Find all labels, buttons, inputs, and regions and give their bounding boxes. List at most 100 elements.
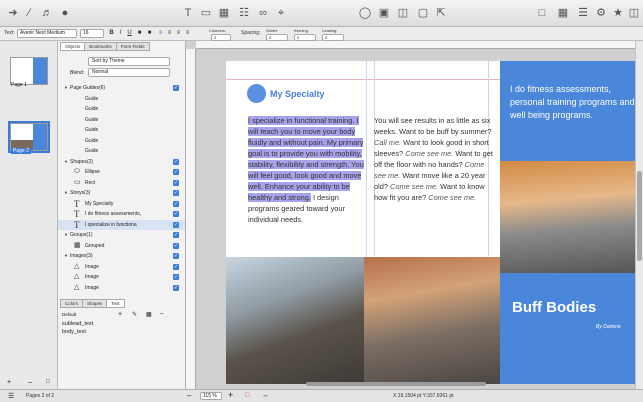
color-icon[interactable]: ● (58, 6, 72, 20)
visibility-checkbox[interactable]: ✓ (173, 190, 179, 196)
tree-item-row[interactable]: Guide (58, 115, 185, 125)
horizontal-scrollbar[interactable] (306, 382, 486, 386)
italic-button[interactable]: I (117, 29, 124, 38)
zoom-select[interactable]: 115 % (200, 392, 222, 400)
align-left-icon[interactable]: ≡ (157, 29, 164, 38)
kerning-select[interactable]: 0 (294, 34, 316, 41)
visibility-checkbox[interactable]: ✓ (173, 274, 179, 280)
pointer-tool-icon[interactable]: ➜ (6, 6, 20, 20)
fit-page-icon[interactable]: □ (245, 392, 249, 399)
brand-title[interactable]: Buff Bodies (512, 299, 596, 316)
visibility-checkbox[interactable]: ✓ (173, 232, 179, 238)
disclosure-icon[interactable]: ▼ (64, 158, 68, 166)
leading-select[interactable]: 0 (322, 34, 344, 41)
align-justify-icon[interactable]: ≡ (184, 29, 191, 38)
duplicate-page-icon[interactable]: □ (46, 379, 50, 385)
tree-item-row[interactable]: Guide (58, 136, 185, 146)
tree-item-row[interactable]: △ Image ✓ (58, 262, 185, 272)
panel-icon[interactable]: □ (535, 6, 549, 20)
story-column-two[interactable]: You will see results in as little as six… (374, 115, 496, 203)
view-icon[interactable]: ◯ (358, 6, 372, 20)
disclosure-icon[interactable]: ▼ (64, 252, 68, 260)
page-2-thumbnail[interactable] (8, 121, 50, 153)
page-2-caption[interactable]: Page 2 (11, 148, 31, 154)
audio-icon[interactable]: ♬ (40, 6, 54, 20)
style-item[interactable]: sublead_text (62, 320, 93, 328)
visibility-checkbox[interactable]: ✓ (173, 242, 179, 249)
style-item[interactable]: body_text (62, 328, 93, 336)
style-options-icon[interactable]: ▦ (146, 311, 152, 318)
tree-item-row[interactable]: T My Specialty ✓ (58, 199, 185, 209)
tree-item-row[interactable]: ▦ Grouped ✓ (58, 241, 185, 251)
layout-icon[interactable]: ▣ (377, 6, 391, 20)
tree-item-row[interactable]: T I specialize in functiona ✓ (58, 219, 185, 230)
visibility-checkbox[interactable]: ✓ (173, 158, 179, 165)
heading-my-specialty[interactable]: My Specialty (270, 89, 325, 99)
link-icon[interactable]: ∞ (256, 6, 270, 20)
settings-icon[interactable]: ⚙ (594, 6, 608, 20)
page-1-caption[interactable]: Page 1 (11, 82, 27, 88)
crop-icon[interactable]: ⌖ (274, 6, 288, 20)
table-tool-icon[interactable]: ☷ (237, 6, 251, 20)
page-canvas[interactable]: My Specialty I specialize in functional … (226, 61, 641, 384)
vertical-scrollbar[interactable] (635, 41, 643, 389)
sort-select[interactable]: Sort by Theme (88, 57, 170, 66)
style-remove-icon[interactable]: – (160, 311, 163, 317)
tree-item-row[interactable]: Guide (58, 125, 185, 135)
zoom-in-button[interactable]: + (228, 390, 233, 400)
tab-colors[interactable]: Colors (60, 299, 84, 308)
grid-icon[interactable]: ▦ (556, 6, 570, 20)
fit-width-icon[interactable]: ↔ (262, 392, 269, 399)
gym-photo-3[interactable] (500, 161, 641, 273)
tree-group-row[interactable]: ▼ Storys(3) ✓ (58, 188, 185, 198)
tree-group-row[interactable]: ▼ Groups(1) ✓ (58, 230, 185, 240)
heading-ellipse[interactable] (247, 84, 266, 103)
line-tool-icon[interactable]: ∕ (22, 6, 36, 20)
tab-objects[interactable]: Objects (60, 42, 86, 51)
columns-select[interactable]: 2 (211, 34, 231, 41)
align-center-icon[interactable]: ≡ (166, 29, 173, 38)
remove-page-icon[interactable]: – (28, 379, 32, 386)
underline-button[interactable]: U (126, 29, 133, 38)
disclosure-icon[interactable]: ▼ (64, 84, 68, 92)
sidebar-icon[interactable]: ◫ (396, 6, 410, 20)
tab-shapes[interactable]: Shapes (82, 299, 108, 308)
highlight-color-icon[interactable]: ■ (146, 29, 153, 38)
gym-photo-2[interactable] (364, 257, 500, 384)
tree-item-row[interactable]: T I do fitness assessments, ✓ (58, 209, 185, 219)
tree-item-row[interactable]: ▭ Rect ✓ (58, 178, 185, 188)
tab-form-fields[interactable]: Form Fields (115, 42, 150, 51)
bold-button[interactable]: B (108, 29, 115, 38)
help-icon[interactable]: ◫ (627, 6, 641, 20)
edit-style-icon[interactable]: ✎ (132, 311, 137, 318)
visibility-checkbox[interactable]: ✓ (173, 263, 179, 270)
font-size-select[interactable]: 16 (80, 29, 104, 38)
promo-text[interactable]: I do fitness assessments, personal train… (510, 83, 638, 122)
visibility-checkbox[interactable]: ✓ (173, 85, 179, 91)
tab-bookmarks[interactable]: Bookmarks (84, 42, 117, 51)
brand-byline[interactable]: By Darlene (596, 324, 621, 330)
share-icon[interactable]: ⇱ (434, 6, 448, 20)
tree-item-row[interactable]: Guide (58, 146, 185, 156)
shape-tool-icon[interactable]: ▭ (199, 6, 213, 20)
tree-item-row[interactable]: Guide (58, 94, 185, 104)
gym-photo-1[interactable] (226, 257, 364, 384)
visibility-checkbox[interactable]: ✓ (173, 221, 179, 228)
add-style-icon[interactable]: + (118, 311, 122, 318)
font-select[interactable]: Avenir Next Medium (17, 29, 77, 38)
page-1-thumbnail[interactable] (10, 57, 48, 85)
gutter-select[interactable]: 0 (266, 34, 288, 41)
align-right-icon[interactable]: ≡ (175, 29, 182, 38)
tree-item-row[interactable]: △ Image ✓ (58, 283, 185, 293)
tab-text[interactable]: Text (106, 299, 125, 308)
visibility-checkbox[interactable]: ✓ (173, 179, 179, 186)
tree-item-row[interactable]: Guide (58, 104, 185, 114)
story-specialty-text[interactable]: I specialize in functional training. I w… (248, 115, 366, 225)
tree-group-row[interactable]: ▼ Shapes(2) ✓ (58, 157, 185, 167)
add-page-icon[interactable]: + (7, 379, 11, 386)
text-color-icon[interactable]: ■ (136, 29, 143, 38)
text-tool-icon[interactable]: T (181, 6, 195, 20)
disclosure-icon[interactable]: ▼ (64, 189, 68, 197)
visibility-checkbox[interactable]: ✓ (173, 211, 179, 217)
zoom-out-button[interactable]: – (187, 391, 191, 400)
